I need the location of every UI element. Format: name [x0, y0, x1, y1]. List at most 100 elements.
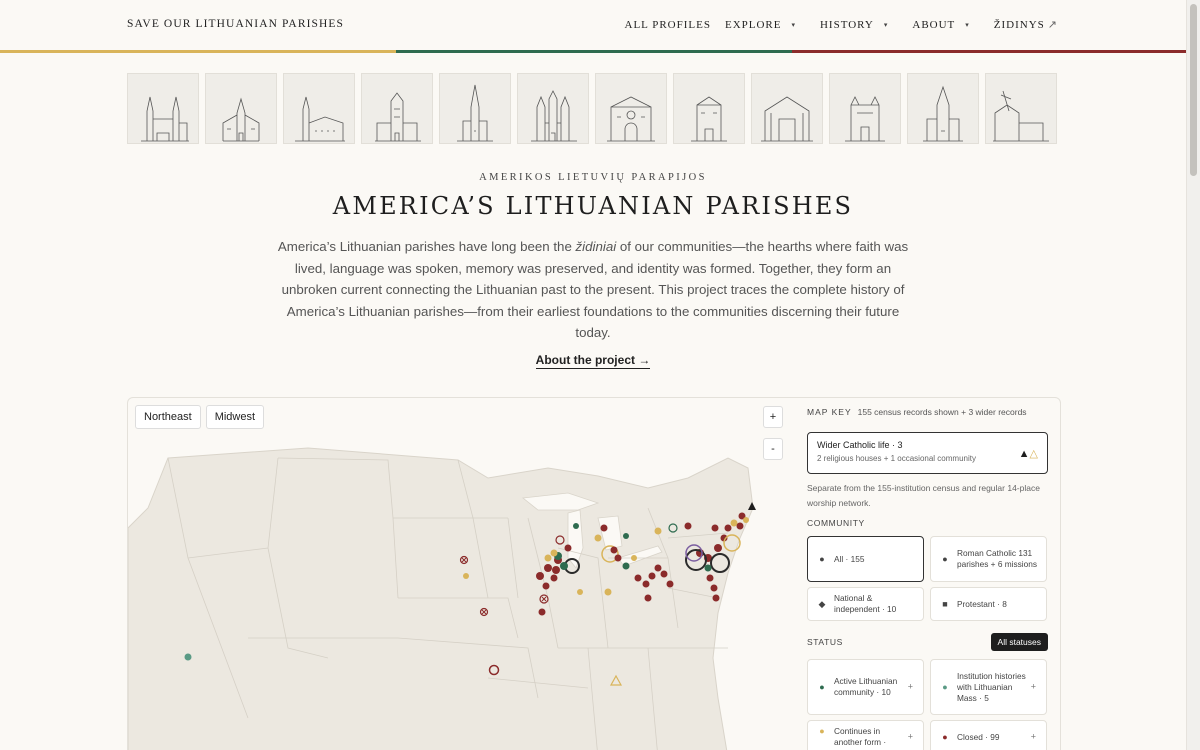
zoom-in-button[interactable]: +	[763, 406, 783, 428]
site-brand[interactable]: SAVE OUR LITHUANIAN PARISHES	[127, 18, 344, 30]
wider-catholic-life-toggle[interactable]: Wider Catholic life · 3 2 religious hous…	[807, 432, 1048, 474]
modern-church-icon	[761, 96, 813, 142]
plus-icon: +	[1030, 681, 1036, 692]
status-histories-card[interactable]: ● Institution histories with Lithuanian M…	[930, 659, 1047, 715]
teal-dot-icon: ●	[942, 681, 948, 692]
church-thumbnail[interactable]	[595, 73, 667, 144]
tricolor-green	[396, 50, 792, 53]
community-roman-card[interactable]: ● Roman Catholic 131 parishes + 6 mission…	[930, 536, 1047, 582]
community-national-card[interactable]: ◆ National & independent · 10	[807, 587, 924, 621]
green-dot-icon: ●	[819, 681, 825, 692]
main-nav: ALL PROFILES EXPLORE ▾ HISTORY ▾ ABOUT ▾ ŽI…	[611, 18, 1059, 32]
community-filters: ● All · 155 ● Roman Catholic 131 parishes …	[807, 536, 1048, 621]
church-thumbnail[interactable]	[907, 73, 979, 144]
status-closed-label: Closed · 99	[957, 731, 1000, 742]
church-thumbnail[interactable]	[361, 73, 433, 144]
parish-marker	[660, 570, 668, 578]
page-scrollbar[interactable]	[1186, 0, 1200, 750]
parish-marker	[552, 566, 560, 574]
church-thumbnail-strip	[127, 73, 1057, 144]
map-area[interactable]: Northeast Midwest + -	[128, 398, 792, 750]
community-national-label: National & independent · 10	[834, 593, 897, 614]
status-header: STATUS All statuses	[807, 633, 1048, 651]
site-header: SAVE OUR LITHUANIAN PARISHES ALL PROFILE…	[0, 0, 1186, 50]
intro-paragraph: America’s Lithuanian parishes have long …	[270, 236, 916, 344]
community-all-card[interactable]: ● All · 155	[807, 536, 924, 582]
tricolor-rule	[0, 50, 1186, 53]
filled-circle-icon: ●	[819, 553, 825, 564]
community-protestant-label: Protestant · 8	[957, 598, 1007, 609]
wider-note: Separate from the 155-institution census…	[807, 483, 1040, 508]
nav-about-label: ABOUT	[912, 18, 956, 31]
chevron-down-icon: ▾	[965, 20, 970, 29]
chevron-down-icon: ▾	[791, 20, 796, 29]
status-active-label: Active Lithuanian community · 10	[834, 676, 898, 697]
about-project-link-wrap: About the project →	[0, 353, 1186, 369]
region-button-midwest[interactable]: Midwest	[205, 405, 265, 429]
status-active-card[interactable]: ● Active Lithuanian community · 10 +	[807, 659, 924, 715]
community-roman-label: Roman Catholic 131 parishes + 6 missions	[957, 548, 1038, 569]
status-label: STATUS	[807, 637, 843, 647]
map-key-header: MAP KEY 155 census records shown + 3 wide…	[807, 407, 1048, 417]
steeple-church-icon	[295, 96, 345, 142]
wooden-church-icon	[222, 97, 260, 142]
church-thumbnail[interactable]	[985, 73, 1057, 144]
about-project-link[interactable]: About the project →	[535, 353, 651, 369]
church-thumbnail[interactable]	[751, 73, 823, 144]
parish-marker	[550, 549, 558, 557]
status-continues-label: Continues in another form ·	[834, 726, 887, 747]
church-thumbnail[interactable]	[829, 73, 901, 144]
wider-subtitle: 2 religious houses + 1 occasional commun…	[817, 454, 976, 463]
church-thumbnail[interactable]	[283, 73, 355, 144]
parish-marker	[600, 524, 608, 532]
map-key: MAP KEY 155 census records shown + 3 wide…	[792, 398, 1060, 750]
filled-circle-icon: ●	[942, 553, 948, 564]
status-filters: ● Active Lithuanian community · 10 + ● Inst…	[807, 659, 1048, 750]
community-protestant-card[interactable]: ■ Protestant · 8	[930, 587, 1047, 621]
nav-history-label: HISTORY	[819, 18, 874, 31]
parish-marker	[577, 589, 583, 595]
nav-explore[interactable]: EXPLORE ▾	[725, 19, 806, 31]
church-thumbnail[interactable]	[205, 73, 277, 144]
parish-marker	[544, 564, 552, 572]
parish-marker	[710, 584, 718, 592]
us-map[interactable]	[128, 398, 792, 750]
parish-marker	[648, 572, 656, 580]
status-histories-label: Institution histories with Lithuanian Ma…	[957, 670, 1026, 703]
nav-zidinys[interactable]: ŽIDINYS ↗	[993, 18, 1058, 32]
parish-marker	[604, 588, 612, 596]
intro-text-end: of our communities—the hearths where fai…	[281, 239, 909, 340]
all-statuses-button[interactable]: All statuses	[990, 633, 1048, 651]
nav-zidinys-label: ŽIDINYS	[993, 18, 1045, 31]
page-title: AMERICA’S LITHUANIAN PARISHES	[332, 192, 854, 220]
parish-marker	[684, 522, 692, 530]
region-button-northeast[interactable]: Northeast	[135, 405, 201, 429]
parish-marker	[711, 524, 719, 532]
gold-dot-icon: ●	[819, 726, 825, 736]
rural-church-icon	[993, 90, 1049, 142]
outline-triangle-icon: △	[1029, 448, 1038, 460]
diamond-icon: ◆	[818, 598, 826, 609]
nav-all-profiles[interactable]: ALL PROFILES	[625, 19, 711, 31]
church-thumbnail[interactable]	[127, 73, 199, 144]
twin-spire-church-icon	[141, 96, 189, 142]
church-thumbnail[interactable]	[439, 73, 511, 144]
parish-marker	[712, 594, 720, 602]
parish-marker	[704, 564, 712, 572]
church-thumbnail[interactable]	[517, 73, 589, 144]
parish-marker	[184, 653, 192, 661]
parish-marker	[594, 534, 602, 542]
zoom-out-button[interactable]: -	[763, 438, 783, 460]
us-land	[128, 447, 754, 750]
parish-marker	[736, 522, 744, 530]
tall-spire-church-icon	[923, 85, 963, 142]
status-continues-card[interactable]: ● Continues in another form · +	[807, 720, 924, 750]
scrollbar-thumb[interactable]	[1190, 4, 1197, 176]
nav-about[interactable]: ABOUT ▾	[912, 19, 979, 31]
nav-history[interactable]: HISTORY ▾	[820, 19, 898, 31]
status-closed-card[interactable]: ● Closed · 99 +	[930, 720, 1047, 750]
parish-marker	[564, 544, 572, 552]
map-key-label: MAP KEY	[807, 407, 852, 417]
church-thumbnail[interactable]	[673, 73, 745, 144]
triangle-icons: ▲△	[1019, 447, 1038, 460]
